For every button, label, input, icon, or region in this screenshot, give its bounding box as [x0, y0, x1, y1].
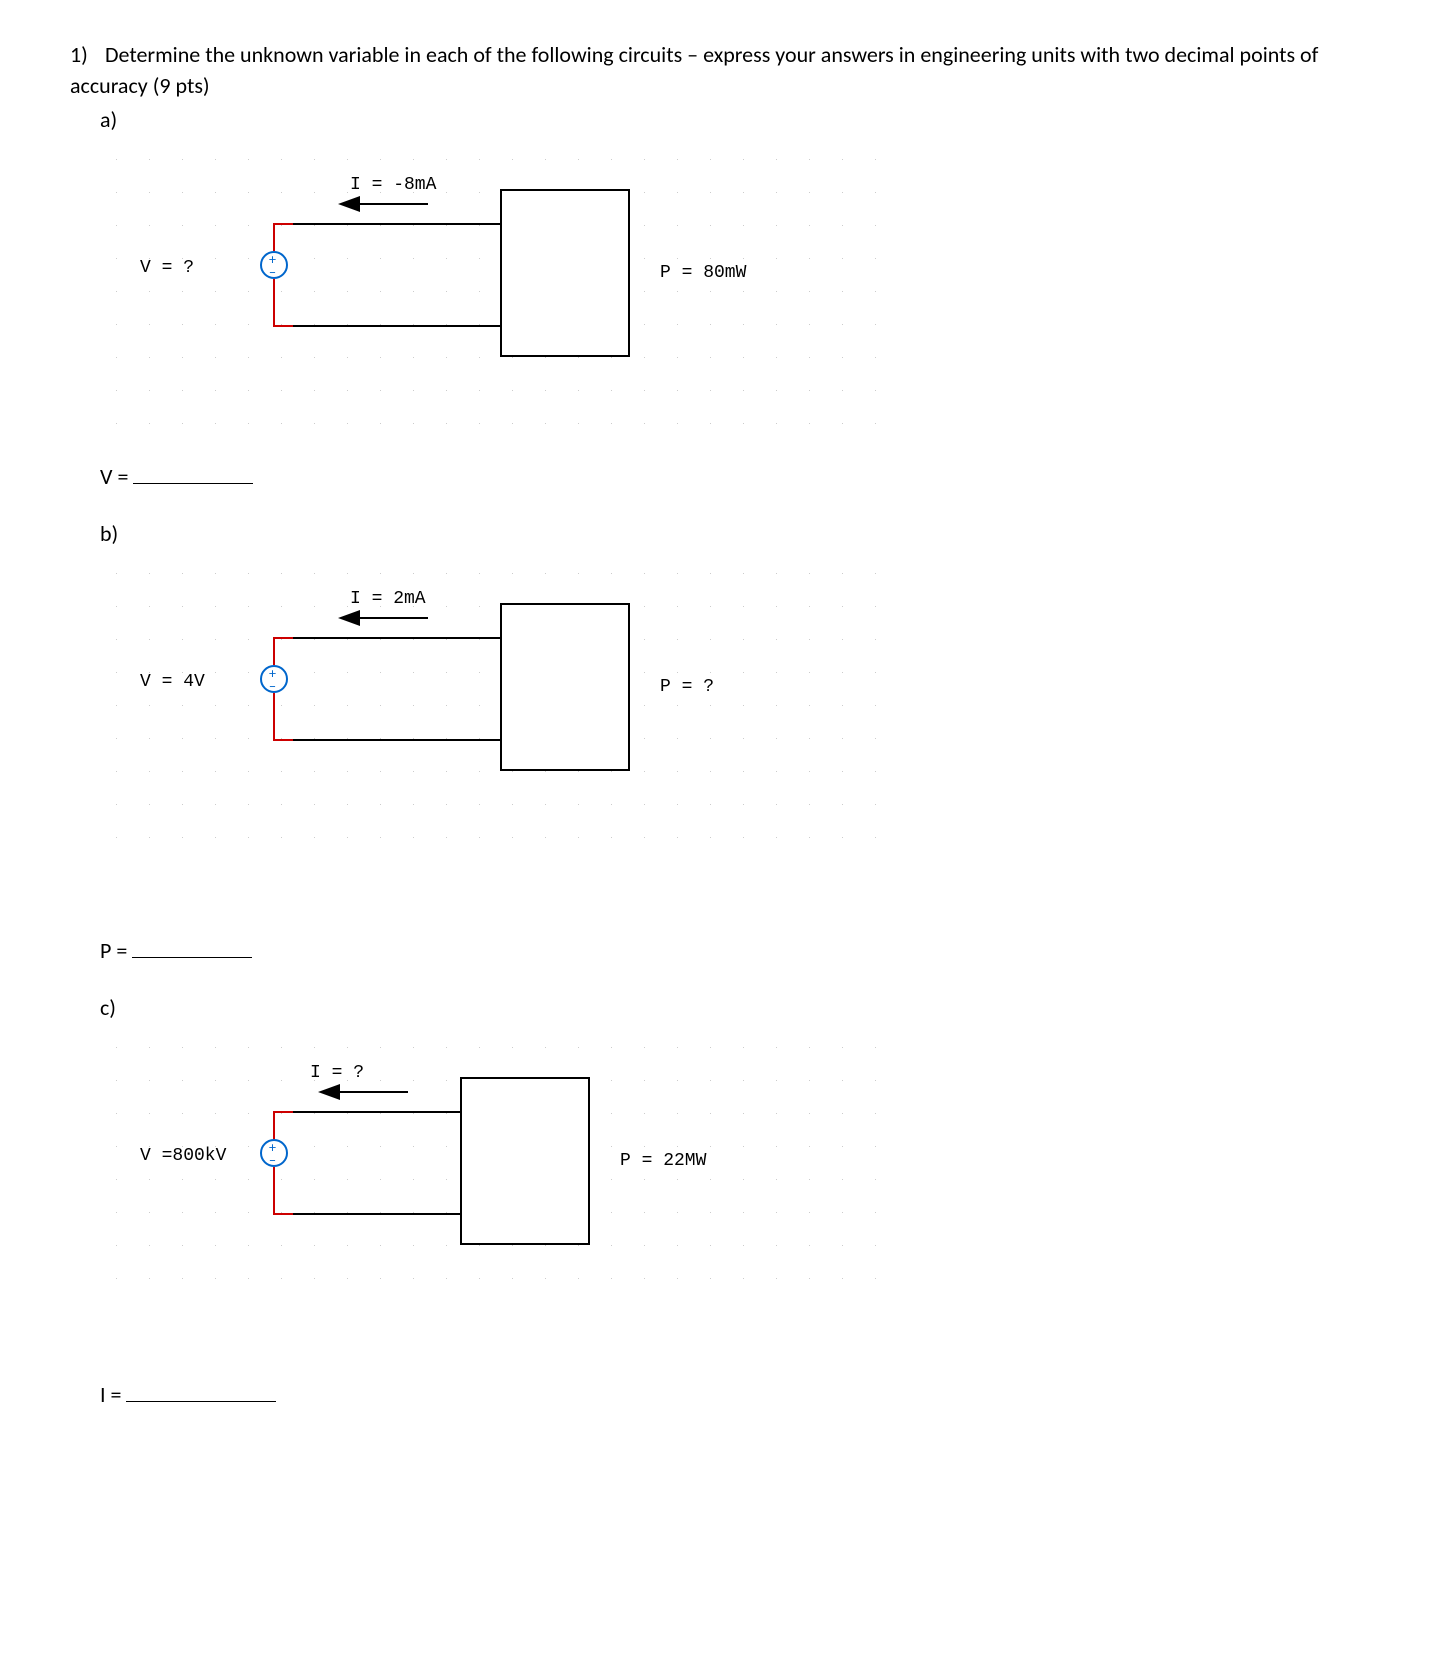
wire [273, 279, 275, 327]
answer-c-prefix: I = [100, 1381, 121, 1408]
answer-blank[interactable] [132, 940, 252, 958]
question-prompt: 1) Determine the unknown variable in eac… [70, 40, 1369, 102]
document-page: 1) Determine the unknown variable in eac… [0, 0, 1439, 1654]
power-label: P = 22MW [620, 1151, 706, 1171]
wire [273, 1213, 293, 1215]
arrow-tail [358, 617, 428, 619]
load-element [460, 1077, 590, 1245]
wire [273, 739, 293, 741]
current-arrow-icon [338, 610, 360, 626]
wire [273, 637, 275, 665]
circuit-c: I = ? V =800kV P = 22MW [100, 1031, 900, 1311]
voltage-label: V =800kV [140, 1146, 226, 1166]
wire [273, 1111, 293, 1113]
voltage-source-icon [260, 251, 288, 279]
wire [273, 1111, 275, 1139]
question-body: Determine the unknown variable in each o… [70, 41, 1318, 99]
wire [273, 223, 293, 225]
wire [273, 1167, 275, 1215]
arrow-tail [338, 1091, 408, 1093]
wire [273, 223, 275, 251]
circuit-a: I = -8mA V = ? P = 80mW [100, 143, 900, 443]
current-label: I = ? [310, 1063, 364, 1083]
answer-b-prefix: P = [100, 937, 127, 964]
part-a-label: a) [100, 106, 1369, 133]
current-arrow-icon [318, 1084, 340, 1100]
answer-blank[interactable] [133, 466, 253, 484]
voltage-label: V = 4V [140, 672, 205, 692]
question-number: 1) [70, 40, 100, 71]
wire [273, 693, 275, 741]
part-b-label: b) [100, 520, 1369, 547]
answer-b: P = [100, 937, 1369, 964]
load-element [500, 603, 630, 771]
wire [273, 637, 293, 639]
current-label: I = 2mA [350, 589, 426, 609]
arrow-tail [358, 203, 428, 205]
voltage-source-icon [260, 1139, 288, 1167]
voltage-label: V = ? [140, 258, 194, 278]
part-c-label: c) [100, 994, 1369, 1021]
current-label: I = -8mA [350, 175, 436, 195]
power-label: P = ? [660, 677, 714, 697]
answer-blank[interactable] [126, 1384, 276, 1402]
answer-c: I = [100, 1381, 1369, 1408]
wire [273, 325, 293, 327]
power-label: P = 80mW [660, 263, 746, 283]
circuit-b: I = 2mA V = 4V P = ? [100, 557, 900, 857]
current-arrow-icon [338, 196, 360, 212]
load-element [500, 189, 630, 357]
voltage-source-icon [260, 665, 288, 693]
answer-a: V = [100, 463, 1369, 490]
answer-a-prefix: V = [100, 463, 128, 490]
